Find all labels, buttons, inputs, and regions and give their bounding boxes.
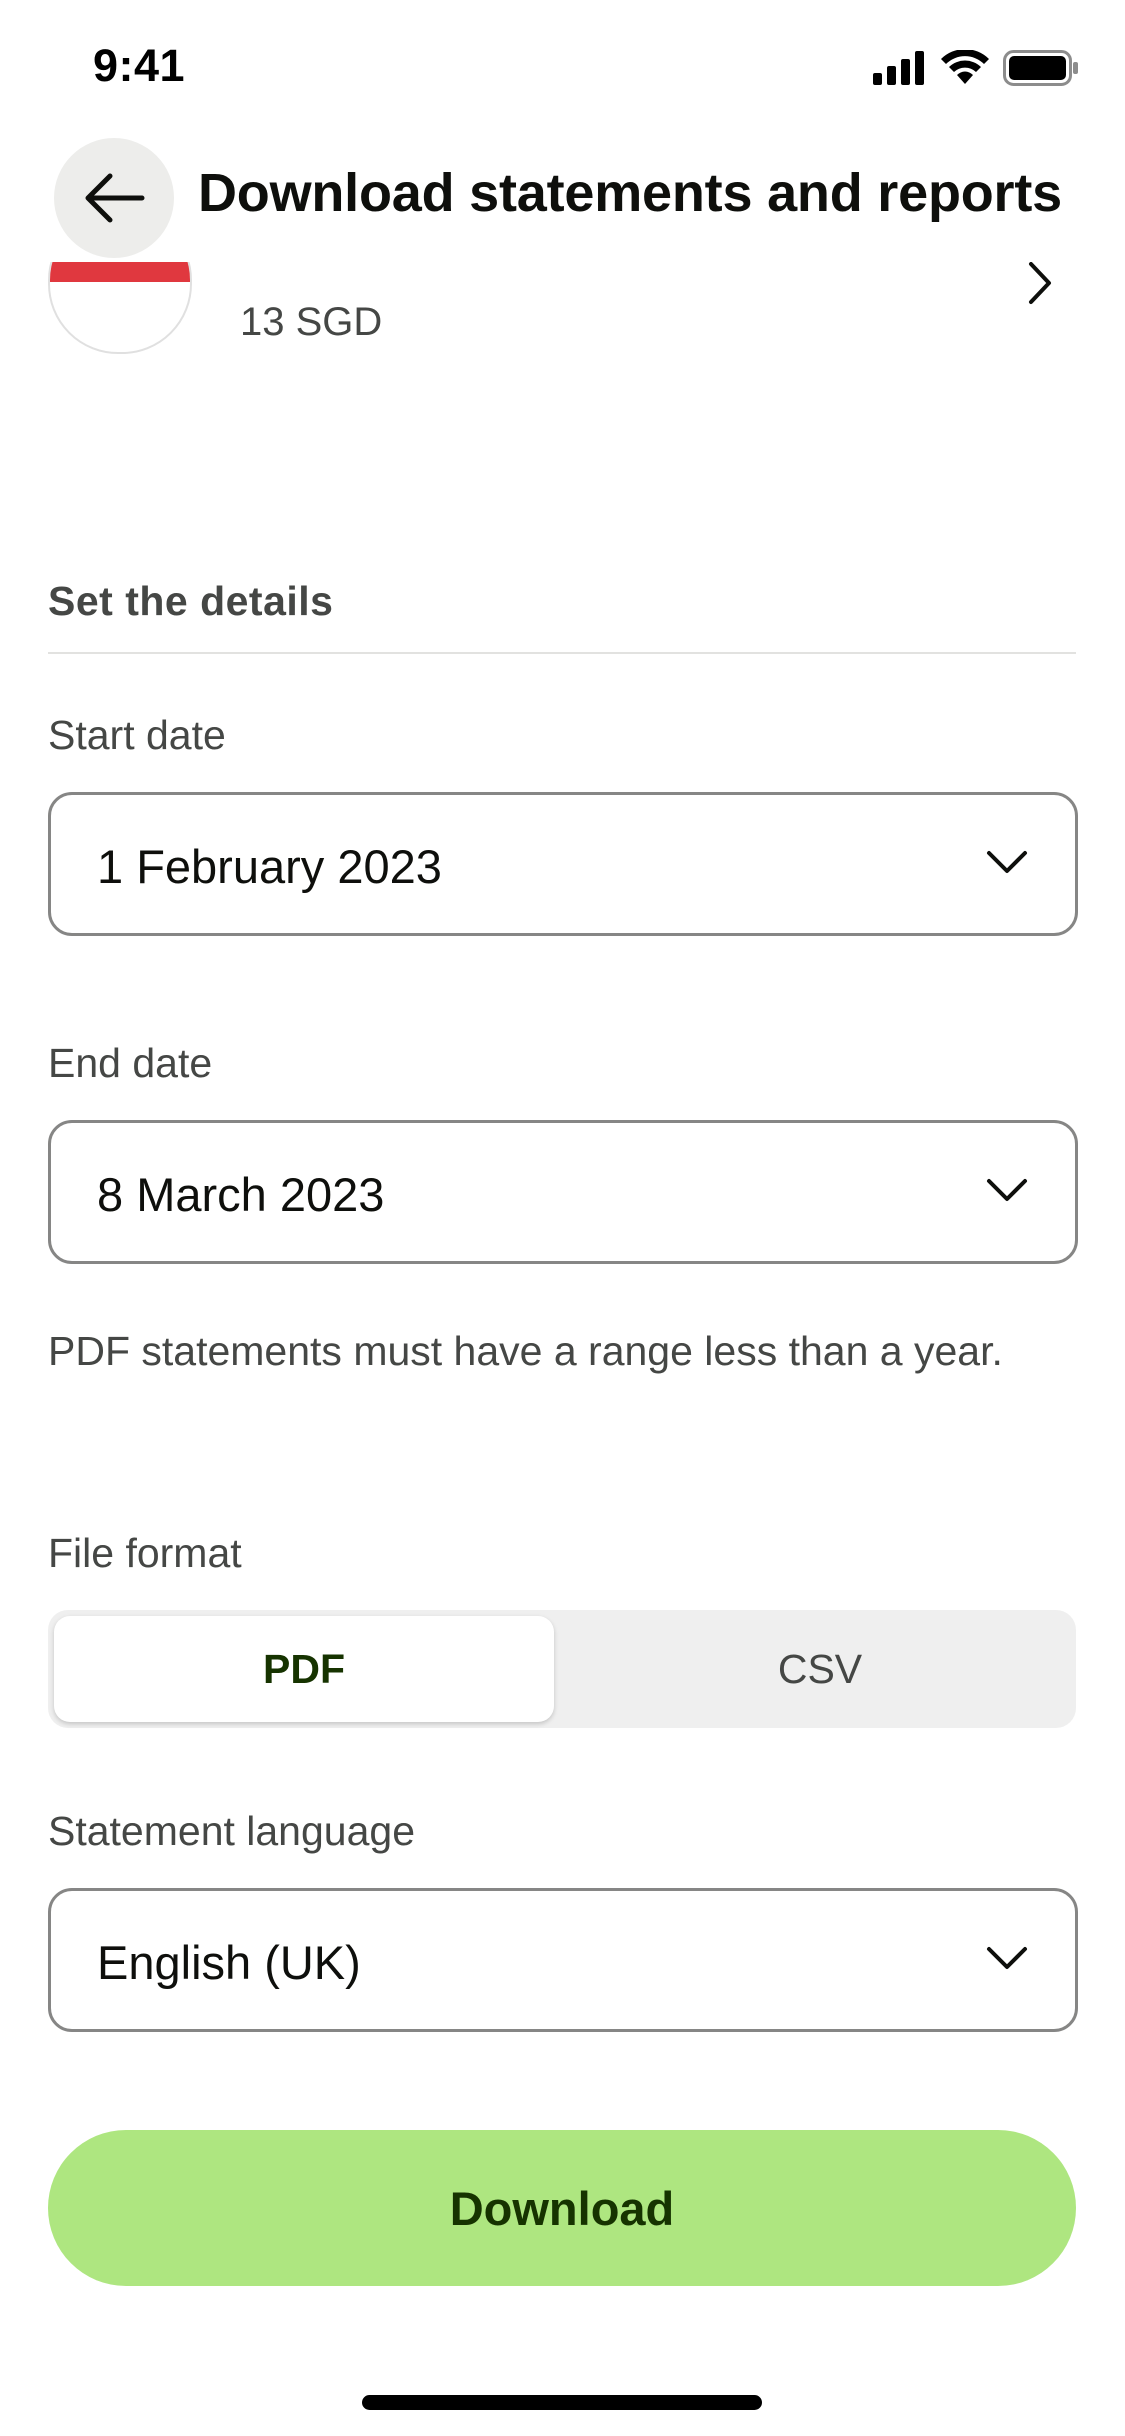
- wifi-icon: [941, 50, 989, 84]
- start-date-label: Start date: [48, 712, 226, 758]
- end-date-value: 8 March 2023: [97, 1168, 385, 1221]
- end-date-select[interactable]: 8 March 2023: [48, 1120, 1078, 1264]
- start-date-select[interactable]: 1 February 2023: [48, 792, 1078, 936]
- home-indicator: [362, 2395, 762, 2410]
- file-format-segmented-control: PDF CSV: [48, 1610, 1076, 1728]
- chevron-down-icon: [987, 1947, 1027, 1969]
- file-format-label: File format: [48, 1530, 242, 1576]
- statement-language-label: Statement language: [48, 1808, 415, 1854]
- status-time: 9:41: [93, 40, 186, 91]
- account-amount: 13 SGD: [240, 300, 383, 344]
- page-title: Download statements and reports: [198, 163, 1062, 223]
- chevron-down-icon: [987, 1179, 1027, 1201]
- status-bar: 9:41: [0, 0, 1125, 132]
- arrow-left-icon: [85, 173, 145, 223]
- status-icons: [873, 48, 1079, 88]
- date-range-helper-text: PDF statements must have a range less th…: [48, 1328, 1003, 1374]
- battery-icon: [1003, 50, 1078, 86]
- signal-icon: [873, 51, 924, 85]
- start-date-value: 1 February 2023: [97, 840, 442, 893]
- statement-language-select[interactable]: English (UK): [48, 1888, 1078, 2032]
- back-button[interactable]: [54, 138, 174, 258]
- end-date-label: End date: [48, 1040, 213, 1086]
- statement-language-value: English (UK): [97, 1936, 361, 1989]
- file-format-option-csv[interactable]: CSV: [570, 1616, 1070, 1722]
- section-title: Set the details: [48, 578, 334, 624]
- section-divider: [48, 652, 1076, 654]
- file-format-option-pdf[interactable]: PDF: [54, 1616, 554, 1722]
- header: Download statements and reports: [0, 132, 1125, 262]
- chevron-down-icon: [987, 851, 1027, 873]
- chevron-right-icon: [1029, 262, 1051, 304]
- download-button[interactable]: Download: [48, 2130, 1076, 2286]
